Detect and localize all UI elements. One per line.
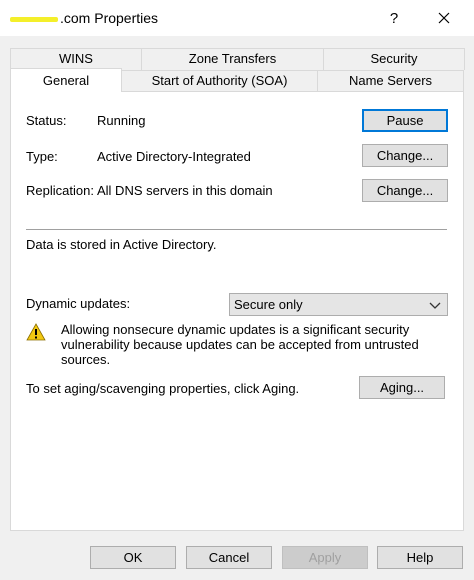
help-title-label: ?: [389, 9, 399, 27]
dynamic-updates-value: Secure only: [234, 297, 303, 312]
status-label: Status:: [26, 113, 67, 128]
dynamic-updates-label: Dynamic updates:: [26, 296, 131, 311]
apply-button[interactable]: Apply: [282, 546, 368, 569]
help-button[interactable]: Help: [377, 546, 463, 569]
tab-general[interactable]: General: [10, 68, 122, 92]
tab-start-of-authority[interactable]: Start of Authority (SOA): [121, 70, 318, 92]
warning-icon: [26, 323, 46, 341]
replication-change-button[interactable]: Change...: [362, 179, 448, 202]
tab-security[interactable]: Security: [323, 48, 465, 70]
cancel-button[interactable]: Cancel: [186, 546, 272, 569]
replication-label: Replication:: [26, 183, 94, 198]
window-title-text: .com Properties: [60, 10, 159, 26]
tab-zone-transfers[interactable]: Zone Transfers: [141, 48, 324, 70]
tab-name-servers[interactable]: Name Servers: [317, 70, 464, 92]
title-bar: .com Properties ?: [0, 0, 474, 36]
close-icon: [438, 12, 450, 24]
tab-row-back: WINS Zone Transfers Security: [10, 48, 465, 70]
dynamic-updates-select[interactable]: Secure only: [229, 293, 448, 316]
ok-button[interactable]: OK: [90, 546, 176, 569]
aging-text: To set aging/scavenging properties, clic…: [26, 381, 300, 396]
close-button[interactable]: [422, 0, 466, 36]
storage-note: Data is stored in Active Directory.: [26, 237, 217, 252]
general-tab-panel: Status: Running Pause Type: Active Direc…: [10, 91, 464, 531]
aging-button[interactable]: Aging...: [359, 376, 445, 399]
warning-text: Allowing nonsecure dynamic updates is a …: [61, 322, 419, 367]
help-title-button[interactable]: ?: [372, 0, 416, 36]
type-change-button[interactable]: Change...: [362, 144, 448, 167]
tab-row-front: General Start of Authority (SOA) Name Se…: [10, 68, 464, 92]
divider: [26, 229, 447, 230]
type-label: Type:: [26, 149, 58, 164]
pause-button[interactable]: Pause: [362, 109, 448, 132]
window-title: .com Properties: [10, 9, 158, 27]
replication-value: All DNS servers in this domain: [97, 183, 273, 198]
type-value: Active Directory-Integrated: [97, 149, 251, 164]
chevron-down-icon: [429, 302, 441, 309]
tab-wins[interactable]: WINS: [10, 48, 142, 70]
status-value: Running: [97, 113, 146, 128]
redaction-mark: [10, 16, 58, 22]
